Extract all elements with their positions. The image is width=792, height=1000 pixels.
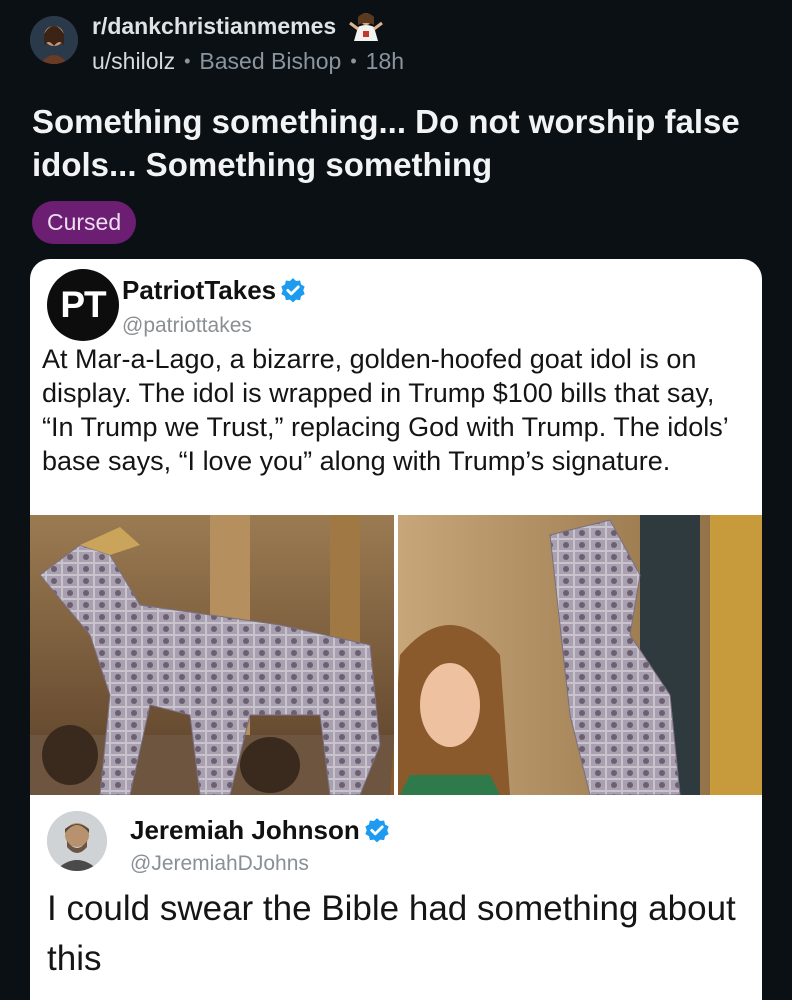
meta-separator: • (350, 51, 357, 71)
tweet-text: At Mar-a-Lago, a bizarre, golden-hoofed … (42, 344, 728, 476)
post-title[interactable]: Something something... Do not worship fa… (32, 100, 762, 186)
post-image[interactable]: PT PatriotTakes @patriottakes At Mar-a-L… (30, 259, 762, 1000)
subreddit-avatar[interactable] (30, 16, 78, 64)
subreddit-jesus-icon (349, 13, 384, 41)
reply-text: I could swear the Bible had something ab… (47, 889, 736, 978)
subreddit-avatar-icon (30, 16, 78, 64)
post-header: r/dankchristianmemes u/shilolz • Based B… (0, 0, 792, 90)
reply-avatar-icon (47, 811, 107, 871)
patriottakes-logo: PT (47, 269, 119, 341)
reply-author-name: Jeremiah Johnson (130, 815, 360, 845)
verified-badge-icon (365, 817, 389, 842)
reply-author-avatar (47, 811, 107, 871)
post-age: 18h (365, 48, 405, 74)
tweet-author-name: PatriotTakes (122, 275, 277, 305)
post-author[interactable]: u/shilolz (92, 48, 175, 75)
post-flair[interactable]: Cursed (32, 201, 137, 244)
user-flair: Based Bishop (199, 48, 342, 74)
goat-idol-photos (30, 515, 762, 795)
meta-separator: • (184, 51, 191, 71)
subreddit-name[interactable]: r/dankchristianmemes (92, 13, 336, 40)
tweet-author-handle: @patriottakes (122, 314, 252, 337)
verified-badge-icon (281, 277, 305, 302)
reply-author-handle: @JeremiahDJohns (130, 852, 309, 875)
